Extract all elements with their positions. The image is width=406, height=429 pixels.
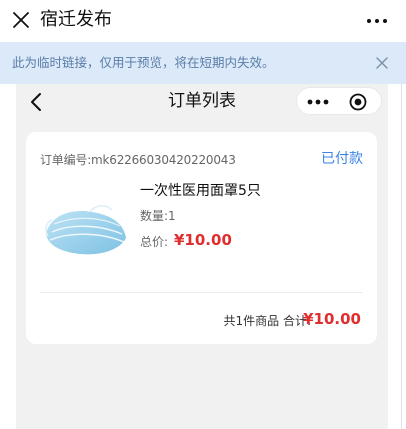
divider bbox=[40, 292, 363, 293]
page-title: 宿迁发布 bbox=[40, 9, 112, 30]
app-navigation-bar: 订单列表 bbox=[16, 84, 388, 120]
notice-text: 此为临时链接，仅用于预览，将在短期内失效。 bbox=[12, 55, 275, 70]
more-dots-icon[interactable] bbox=[307, 98, 329, 106]
order-total: ¥10.00 bbox=[303, 310, 361, 328]
order-summary-label: 共1件商品 合计: bbox=[223, 314, 312, 328]
product-image bbox=[45, 205, 126, 255]
top-bar: 宿迁发布 bbox=[0, 0, 406, 42]
mini-program-view: 订单列表 订单编号:mk62266030420220043 已付款 一次性医用面… bbox=[16, 84, 388, 429]
right-margin bbox=[388, 84, 406, 429]
order-status: 已付款 bbox=[321, 151, 363, 167]
more-dots-icon[interactable] bbox=[366, 17, 388, 25]
price-value: ¥10.00 bbox=[174, 231, 232, 249]
target-circle-icon[interactable] bbox=[349, 93, 367, 111]
temporary-link-notice: 此为临时链接，仅用于预览，将在短期内失效。 bbox=[0, 42, 406, 84]
scrollbar-track bbox=[401, 84, 402, 429]
order-number: 订单编号:mk62266030420220043 bbox=[40, 153, 236, 167]
product-name: 一次性医用面罩5只 bbox=[140, 183, 261, 199]
capsule-menu bbox=[296, 87, 382, 115]
price-label: 总价: bbox=[140, 235, 169, 249]
close-icon[interactable] bbox=[376, 57, 388, 69]
order-card[interactable]: 订单编号:mk62266030420220043 已付款 一次性医用面罩5只 数… bbox=[26, 132, 377, 344]
close-icon[interactable] bbox=[10, 9, 32, 31]
product-quantity: 数量:1 bbox=[140, 209, 176, 223]
